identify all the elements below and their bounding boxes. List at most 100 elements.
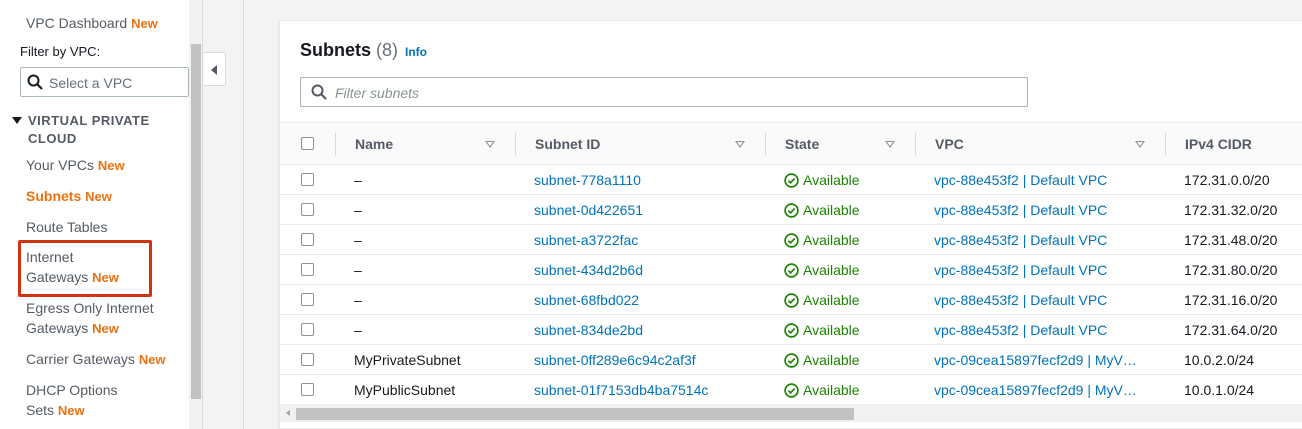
chevron-left-icon (211, 65, 217, 75)
cell-state: Available (784, 262, 860, 278)
section-virtual-private-cloud[interactable]: VIRTUAL PRIVATE CLOUD (12, 112, 187, 148)
table-row[interactable]: – subnet-68fbd022 Available vpc-88e453f2 | … (280, 285, 1302, 315)
cell-subnet-id-link[interactable]: subnet-778a1110 (534, 172, 641, 188)
column-separator (765, 133, 766, 156)
cell-vpc-link[interactable]: vpc-09cea15897fecf2d9 | MyV… (934, 382, 1137, 398)
cell-vpc-link[interactable]: vpc-09cea15897fecf2d9 | MyV… (934, 352, 1137, 368)
cell-subnet-id-link[interactable]: subnet-01f7153db4ba7514c (534, 382, 708, 398)
row-checkbox[interactable] (301, 173, 314, 186)
sidebar-item-your-vpcs[interactable]: Your VPCs New (26, 155, 125, 176)
sidebar-item-label-line1: Egress Only Internet (26, 300, 154, 316)
sidebar-item-label-line2: Sets (26, 402, 55, 418)
row-checkbox[interactable] (301, 323, 314, 336)
table-row[interactable]: MyPublicSubnet subnet-01f7153db4ba7514c Av… (280, 375, 1302, 405)
row-checkbox[interactable] (301, 383, 314, 396)
nav-vpc-dashboard[interactable]: VPC Dashboard New (26, 13, 158, 34)
filter-placeholder: Filter subnets (335, 85, 420, 101)
column-header-vpc[interactable]: VPC (935, 136, 964, 152)
subnet-count: (8) (376, 40, 399, 60)
table-row[interactable]: – subnet-0d422651 Available vpc-88e453f2 | … (280, 195, 1302, 225)
subnets-panel: Subnets (8) Info Filter subnets Name Sub… (279, 20, 1302, 429)
sidebar-item-label: Carrier Gateways (26, 351, 135, 367)
cell-state-text: Available (803, 262, 860, 278)
cell-state: Available (784, 352, 860, 368)
sidebar-item-label-line2: Gateways (26, 320, 89, 336)
sort-icon[interactable] (735, 141, 745, 148)
vpc-select[interactable]: Select a VPC (20, 67, 189, 97)
page-title: Subnets (8) (300, 40, 398, 61)
cell-subnet-id-link[interactable]: subnet-a3722fac (534, 232, 638, 248)
sidebar-item-egress-only-internet-gateways[interactable]: Egress Only Internet Gateways New (26, 298, 154, 339)
row-checkbox[interactable] (301, 233, 314, 246)
cell-state-text: Available (803, 232, 860, 248)
sidebar-scrollbar-thumb[interactable] (191, 44, 201, 399)
column-header-subnet-id[interactable]: Subnet ID (535, 136, 600, 152)
new-badge: New (131, 16, 158, 31)
filter-by-vpc-label: Filter by VPC: (20, 44, 101, 59)
cell-subnet-id-link[interactable]: subnet-68fbd022 (534, 292, 639, 308)
cell-name: – (354, 322, 362, 338)
table-row[interactable]: MyPrivateSubnet subnet-0ff289e6c94c2af3f A… (280, 345, 1302, 375)
column-separator (915, 133, 916, 156)
sidebar-scrollbar[interactable] (189, 0, 202, 429)
column-header-name[interactable]: Name (355, 136, 393, 152)
check-circle-icon (784, 203, 799, 218)
row-checkbox[interactable] (301, 353, 314, 366)
cell-state: Available (784, 232, 860, 248)
cell-state-text: Available (803, 352, 860, 368)
column-header-state[interactable]: State (785, 136, 819, 152)
row-checkbox[interactable] (301, 263, 314, 276)
nav-vpc-dashboard-label: VPC Dashboard (26, 15, 128, 31)
cell-ipv4-cidr: 10.0.1.0/24 (1184, 382, 1255, 398)
cell-ipv4-cidr: 172.31.48.0/20 (1184, 232, 1278, 248)
cell-vpc-link[interactable]: vpc-88e453f2 | Default VPC (934, 202, 1107, 218)
cell-state: Available (784, 382, 860, 398)
sidebar-item-route-tables[interactable]: Route Tables (26, 217, 107, 237)
cell-ipv4-cidr: 172.31.64.0/20 (1184, 322, 1278, 338)
horizontal-scrollbar[interactable] (280, 405, 1302, 422)
sidebar-item-label-line1: DHCP Options (26, 382, 118, 398)
scroll-left-arrow-icon[interactable] (286, 410, 290, 416)
row-checkbox[interactable] (301, 293, 314, 306)
row-checkbox[interactable] (301, 203, 314, 216)
sidebar-item-carrier-gateways[interactable]: Carrier Gateways New (26, 349, 166, 370)
cell-subnet-id-link[interactable]: subnet-0ff289e6c94c2af3f (534, 352, 696, 368)
table-row[interactable]: – subnet-778a1110 Available vpc-88e453f2 | … (280, 165, 1302, 195)
info-link[interactable]: Info (405, 45, 427, 59)
cell-state-text: Available (803, 202, 860, 218)
new-badge: New (57, 403, 85, 418)
cell-vpc-link[interactable]: vpc-88e453f2 | Default VPC (934, 232, 1107, 248)
cell-vpc-link[interactable]: vpc-88e453f2 | Default VPC (934, 262, 1107, 278)
column-header-ipv4-cidr[interactable]: IPv4 CIDR (1185, 136, 1252, 152)
sidebar-item-subnets[interactable]: Subnets New (26, 186, 112, 207)
cell-vpc-link[interactable]: vpc-88e453f2 | Default VPC (934, 172, 1107, 188)
sidebar-item-dhcp-options-sets[interactable]: DHCP Options Sets New (26, 380, 118, 421)
sort-icon[interactable] (885, 141, 895, 148)
table-row[interactable]: – subnet-434d2b6d Available vpc-88e453f2 | … (280, 255, 1302, 285)
check-circle-icon (784, 353, 799, 368)
cell-state-text: Available (803, 382, 860, 398)
cell-state: Available (784, 202, 860, 218)
cell-vpc-link[interactable]: vpc-88e453f2 | Default VPC (934, 292, 1107, 308)
filter-subnets-input[interactable]: Filter subnets (300, 77, 1028, 107)
cell-ipv4-cidr: 172.31.80.0/20 (1184, 262, 1278, 278)
cell-name: – (354, 172, 362, 188)
cell-state: Available (784, 172, 860, 188)
sort-icon[interactable] (1135, 141, 1145, 148)
cell-subnet-id-link[interactable]: subnet-434d2b6d (534, 262, 643, 278)
cell-state: Available (784, 292, 860, 308)
table-row[interactable]: – subnet-a3722fac Available vpc-88e453f2 | … (280, 225, 1302, 255)
collapse-sidebar-button[interactable] (204, 52, 226, 86)
new-badge: New (92, 321, 119, 336)
cell-ipv4-cidr: 10.0.2.0/24 (1184, 352, 1255, 368)
sort-icon[interactable] (485, 141, 495, 148)
select-all-checkbox[interactable] (301, 137, 314, 150)
table-row[interactable]: – subnet-834de2bd Available vpc-88e453f2 | … (280, 315, 1302, 345)
vpc-select-placeholder: Select a VPC (49, 75, 133, 91)
cell-subnet-id-link[interactable]: subnet-834de2bd (534, 322, 643, 338)
check-circle-icon (784, 173, 799, 188)
cell-vpc-link[interactable]: vpc-88e453f2 | Default VPC (934, 322, 1107, 338)
horizontal-scrollbar-thumb[interactable] (296, 408, 854, 420)
cell-subnet-id-link[interactable]: subnet-0d422651 (534, 202, 643, 218)
search-icon (27, 74, 43, 95)
